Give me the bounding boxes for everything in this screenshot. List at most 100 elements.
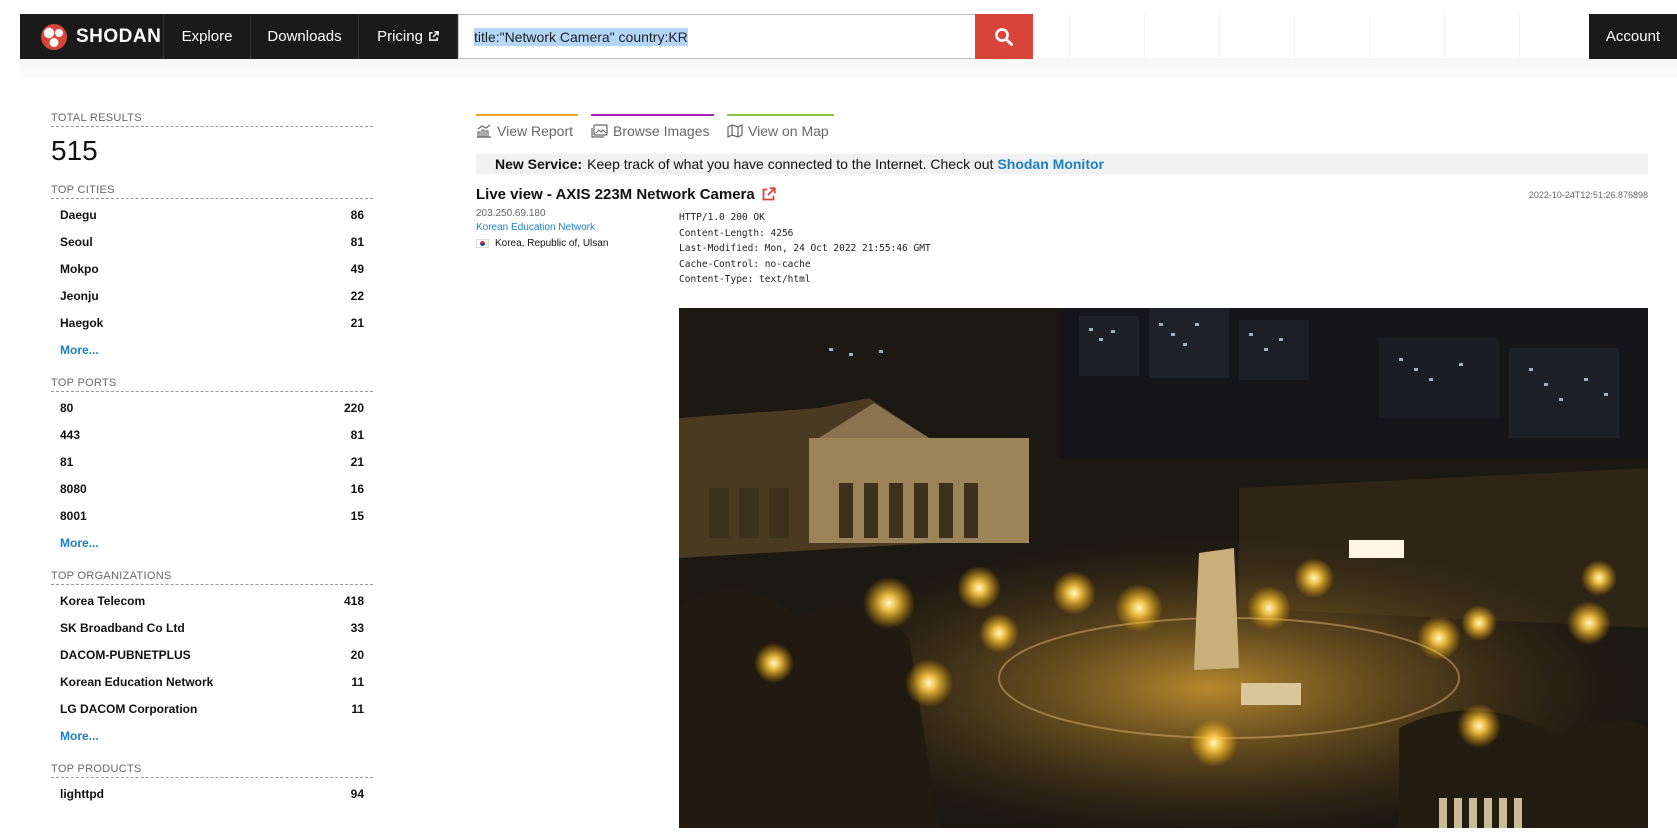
tab-browse-images[interactable]: Browse Images — [591, 114, 714, 139]
facet-item-count: 15 — [350, 508, 364, 523]
top-navbar: SHODAN Explore Downloads Pricing — [20, 14, 458, 59]
brand-name: SHODAN — [76, 25, 162, 47]
facet-item-name: lighttpd — [60, 786, 104, 801]
search-button[interactable] — [975, 14, 1033, 59]
facet-item-count: 11 — [351, 674, 364, 689]
result-location-text: Korea, Republic of, Ulsan — [495, 238, 609, 249]
search-query-text: title:"Network Camera" country:KR — [474, 27, 688, 46]
facet-item[interactable]: lighttpd 94 — [51, 780, 373, 807]
header-line: Content-Type: text/html — [679, 274, 811, 286]
new-service-banner: New Service: Keep track of what you have… — [476, 154, 1648, 174]
facet-item-name: Haegok — [60, 315, 104, 330]
korea-flag-icon — [476, 239, 489, 248]
facet-item-count: 20 — [350, 647, 364, 662]
search-icon — [995, 27, 1013, 46]
facet-cities: TOP CITIES Daegu 86 Seoul 81 Mokpo 49 Jeonj… — [51, 184, 373, 363]
tab-view-on-map[interactable]: View on Map — [727, 114, 834, 139]
facet-item-name: SK Broadband Co Ltd — [60, 620, 185, 635]
result-title-text: Live view - AXIS 223M Network Camera — [476, 186, 755, 203]
facet-item-name: DACOM-PUBNETPLUS — [60, 647, 191, 662]
external-link-icon — [429, 31, 439, 41]
facet-item[interactable]: Korean Education Network 11 — [51, 668, 373, 695]
search-bar: title:"Network Camera" country:KR — [458, 14, 1033, 59]
external-link-icon[interactable] — [761, 187, 776, 202]
nav-pricing[interactable]: Pricing — [359, 14, 458, 59]
facet-item-name: Jeonju — [60, 288, 99, 303]
tab-label: View on Map — [748, 122, 829, 139]
facet-item[interactable]: Jeonju 22 — [51, 282, 373, 309]
facet-title: TOP CITIES — [51, 184, 373, 199]
facet-more-link[interactable]: More... — [51, 722, 373, 749]
facet-ports: TOP PORTS 80 220 443 81 81 21 8080 16 8001 15… — [51, 377, 373, 556]
facet-item-count: 21 — [350, 454, 364, 469]
facet-products: TOP PRODUCTS lighttpd 94 — [51, 763, 373, 807]
facet-item-count: 21 — [350, 315, 364, 330]
facet-item[interactable]: 443 81 — [51, 421, 373, 448]
total-results-value: 515 — [51, 135, 98, 166]
facet-item-count: 49 — [350, 261, 364, 276]
facet-sidebar: TOTAL RESULTS 515 TOP CITIES Daegu 86 Seo… — [51, 112, 373, 821]
facet-item-name: 443 — [60, 427, 81, 442]
tab-label: Browse Images — [613, 122, 710, 139]
nav-explore[interactable]: Explore — [164, 14, 251, 59]
result-title[interactable]: Live view - AXIS 223M Network Camera — [476, 186, 776, 203]
facet-item[interactable]: LG DACOM Corporation 11 — [51, 695, 373, 722]
shodan-monitor-link[interactable]: Shodan Monitor — [997, 156, 1104, 172]
facet-item[interactable]: Seoul 81 — [51, 228, 373, 255]
facet-title: TOP PRODUCTS — [51, 763, 373, 778]
result-tabs: View Report Browse Images View on Map — [476, 114, 834, 139]
header-line: Content-Length: 4256 — [679, 227, 794, 239]
facet-item[interactable]: 8080 16 — [51, 475, 373, 502]
camera-night-scene — [679, 308, 1648, 828]
facet-more-link[interactable]: More... — [51, 529, 373, 556]
tab-view-report[interactable]: View Report — [476, 114, 578, 139]
facet-item-count: 33 — [350, 620, 364, 635]
tab-label: View Report — [497, 122, 574, 139]
facet-item[interactable]: Mokpo 49 — [51, 255, 373, 282]
nav-pricing-label: Pricing — [377, 28, 423, 45]
total-results-title: TOTAL RESULTS — [51, 112, 373, 127]
facet-item-name: Mokpo — [60, 261, 99, 276]
facet-item-count: 220 — [343, 400, 364, 415]
facet-item[interactable]: Haegok 21 — [51, 309, 373, 336]
facet-item-name: 81 — [60, 454, 74, 469]
facet-organizations: TOP ORGANIZATIONS Korea Telecom 418 SK Br… — [51, 570, 373, 749]
facet-item[interactable]: 81 21 — [51, 448, 373, 475]
facet-item[interactable]: Daegu 86 — [51, 201, 373, 228]
facet-item-name: 8001 — [60, 508, 87, 523]
facet-title: TOP ORGANIZATIONS — [51, 570, 373, 585]
result-ip: 203.250.69.180 — [476, 208, 546, 219]
chart-icon — [477, 124, 491, 138]
facet-item-name: 80 — [60, 400, 74, 415]
banner-text: Keep track of what you have connected to… — [587, 156, 994, 172]
facet-item-name: LG DACOM Corporation — [60, 701, 198, 716]
facet-item-name: Seoul — [60, 234, 93, 249]
facet-more-link[interactable]: More... — [51, 336, 373, 363]
result-timestamp: 2022-10-24T12:51:26.876898 — [1528, 190, 1648, 200]
account-button[interactable]: Account — [1589, 14, 1677, 59]
facet-title: TOP PORTS — [51, 377, 373, 392]
facet-item-count: 11 — [351, 701, 364, 716]
shodan-logo[interactable]: SHODAN — [20, 14, 164, 59]
facet-item-count: 22 — [350, 288, 364, 303]
facet-item[interactable]: SK Broadband Co Ltd 33 — [51, 614, 373, 641]
result-organization[interactable]: Korean Education Network — [476, 222, 595, 233]
facet-item[interactable]: 8001 15 — [51, 502, 373, 529]
facet-item[interactable]: Korea Telecom 418 — [51, 587, 373, 614]
nav-downloads[interactable]: Downloads — [251, 14, 359, 59]
facet-item-count: 81 — [350, 234, 364, 249]
facet-item[interactable]: DACOM-PUBNETPLUS 20 — [51, 641, 373, 668]
facet-item-count: 86 — [350, 207, 364, 222]
facet-item-name: Korea Telecom — [60, 593, 146, 608]
camera-screenshot[interactable] — [679, 308, 1648, 828]
facet-item-count: 418 — [343, 593, 364, 608]
search-input[interactable]: title:"Network Camera" country:KR — [458, 14, 975, 59]
facet-item-count: 94 — [350, 786, 364, 801]
facet-item-name: Daegu — [60, 207, 97, 222]
facet-item[interactable]: 80 220 — [51, 394, 373, 421]
map-icon — [727, 123, 743, 138]
result-location: Korea, Republic of, Ulsan — [476, 238, 608, 249]
header-line: HTTP/1.0 200 OK — [679, 212, 765, 223]
facet-item-name: 8080 — [60, 481, 87, 496]
header-line: Cache-Control: no-cache — [679, 258, 811, 270]
